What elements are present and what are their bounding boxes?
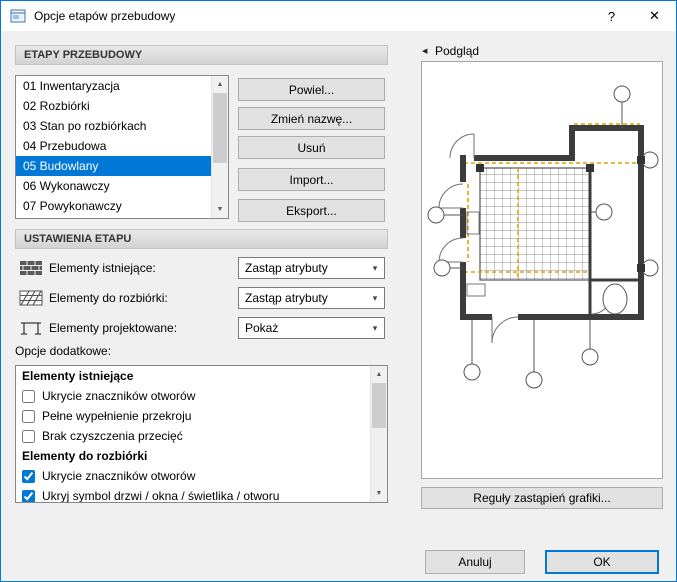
checkbox[interactable] [22, 389, 35, 403]
scroll-up-button[interactable]: ▲ [371, 366, 387, 383]
ok-button[interactable]: OK [545, 550, 659, 574]
cancel-button[interactable]: Anuluj [425, 550, 525, 574]
export-button[interactable]: Eksport... [238, 199, 385, 222]
checkbox[interactable] [22, 409, 35, 423]
scroll-up-button[interactable]: ▲ [212, 76, 228, 93]
selected-value: Zastąp atrybuty [245, 261, 328, 275]
options-list: Elementy istniejące Ukrycie znaczników o… [16, 366, 370, 502]
delete-button[interactable]: Usuń [238, 136, 385, 159]
phase-item[interactable]: 03 Stan po rozbiórkach [16, 116, 211, 136]
duplicate-button[interactable]: Powiel... [238, 78, 385, 101]
dialog-window: Opcje etapów przebudowy ? ✕ ETAPY PRZEBU… [0, 0, 677, 582]
phases-listbox: 01 Inwentaryzacja 02 Rozbiórki 03 Stan p… [15, 75, 229, 219]
phase-item[interactable]: 07 Powykonawczy [16, 196, 211, 216]
planned-elements-label: Elementy projektowane: [49, 321, 178, 335]
checkbox[interactable] [22, 489, 35, 502]
existing-elements-select[interactable]: Zastąp atrybuty ▾ [238, 257, 385, 279]
scroll-down-button[interactable]: ▼ [212, 201, 228, 218]
demolition-elements-select[interactable]: Zastąp atrybuty ▾ [238, 287, 385, 309]
title-bar: Opcje etapów przebudowy ? ✕ [1, 1, 676, 31]
option-row[interactable]: Ukryj symbol drzwi / okna / świetlika / … [16, 486, 370, 502]
option-label: Ukryj symbol drzwi / okna / świetlika / … [42, 489, 280, 502]
existing-elements-label: Elementy istniejące: [49, 261, 156, 275]
phase-item[interactable]: 05 Budowlany [16, 156, 211, 176]
chevron-down-icon: ▾ [372, 322, 378, 333]
option-row[interactable]: Pełne wypełnienie przekroju [16, 406, 370, 426]
settings-section-header: USTAWIENIA ETAPU [15, 229, 388, 249]
chevron-down-icon: ▾ [372, 262, 378, 273]
down-arrow-icon: ▼ [375, 490, 383, 497]
options-listbox: Elementy istniejące Ukrycie znaczników o… [15, 365, 388, 503]
option-group-header: Elementy do rozbiórki [22, 449, 148, 463]
option-label: Pełne wypełnienie przekroju [42, 409, 192, 423]
chevron-down-icon: ▾ [372, 292, 378, 303]
demolition-elements-label: Elementy do rozbiórki: [49, 291, 168, 305]
phases-section-header: ETAPY PRZEBUDOWY [15, 45, 388, 65]
scroll-down-button[interactable]: ▼ [371, 485, 387, 502]
option-label: Brak czyszczenia przecięć [42, 429, 183, 443]
extra-options-label: Opcje dodatkowe: [15, 344, 112, 358]
demolition-elements-icon [19, 290, 43, 306]
close-icon[interactable]: ✕ [633, 1, 676, 31]
floor-plan-drawing [427, 85, 659, 389]
planned-elements-select[interactable]: Pokaż ▾ [238, 317, 385, 339]
option-row[interactable]: Brak czyszczenia przecięć [16, 426, 370, 446]
option-label: Ukrycie znaczników otworów [42, 389, 196, 403]
import-button[interactable]: Import... [238, 168, 385, 191]
graphic-override-rules-button[interactable]: Reguły zastąpień grafiki... [421, 487, 663, 509]
preview-pane [421, 61, 663, 479]
up-arrow-icon: ▲ [375, 371, 383, 378]
checkbox[interactable] [22, 429, 35, 443]
selected-value: Zastąp atrybuty [245, 291, 328, 305]
down-arrow-icon: ▼ [216, 206, 224, 213]
options-scrollbar[interactable]: ▲ ▼ [370, 366, 387, 502]
phases-scrollbar[interactable]: ▲ ▼ [211, 76, 228, 218]
up-arrow-icon: ▲ [216, 81, 224, 88]
option-group-header: Elementy istniejące [22, 369, 134, 383]
phase-item[interactable]: 04 Przebudowa [16, 136, 211, 156]
planned-elements-icon [21, 322, 41, 335]
preview-label: Podgląd [435, 44, 480, 58]
selected-value: Pokaż [245, 321, 279, 335]
existing-elements-icon [20, 261, 42, 275]
phase-item[interactable]: 01 Inwentaryzacja [16, 76, 211, 96]
collapse-preview-icon[interactable]: ◀ [422, 47, 427, 55]
phases-list: 01 Inwentaryzacja 02 Rozbiórki 03 Stan p… [16, 76, 211, 218]
app-icon [10, 9, 26, 23]
checkbox[interactable] [22, 469, 35, 483]
option-label: Ukrycie znaczników otworów [42, 469, 196, 483]
option-row[interactable]: Ukrycie znaczników otworów [16, 466, 370, 486]
window-title: Opcje etapów przebudowy [34, 9, 176, 23]
help-button[interactable]: ? [590, 1, 633, 31]
rename-button[interactable]: Zmień nazwę... [238, 107, 385, 130]
phase-item[interactable]: 02 Rozbiórki [16, 96, 211, 116]
scrollbar-thumb[interactable] [213, 93, 227, 163]
option-row[interactable]: Ukrycie znaczników otworów [16, 386, 370, 406]
scrollbar-thumb[interactable] [372, 383, 386, 428]
phase-item[interactable]: 06 Wykonawczy [16, 176, 211, 196]
